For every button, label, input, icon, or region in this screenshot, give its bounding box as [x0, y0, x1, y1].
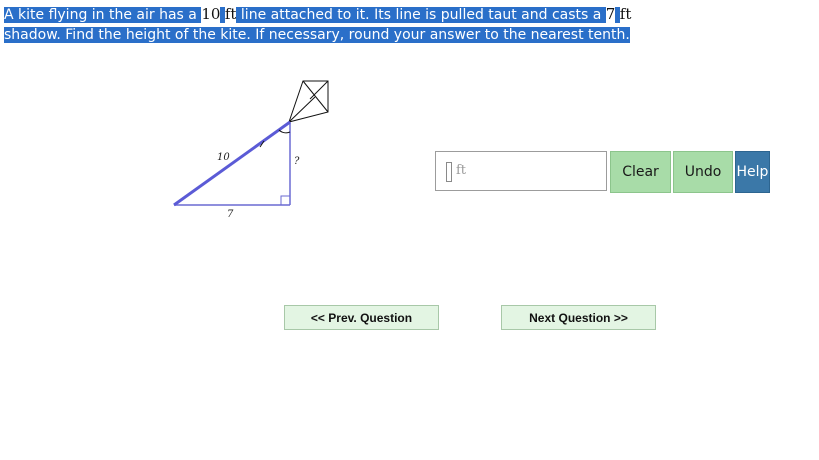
shadow-length-value: 7: [605, 5, 616, 23]
prev-question-button[interactable]: << Prev. Question: [284, 305, 439, 330]
shadow-length-unit: ft: [619, 5, 632, 23]
question-text: A kite flying in the air has a 10 ft lin…: [4, 4, 804, 45]
answer-unit: ft: [456, 163, 467, 178]
clear-button[interactable]: Clear: [610, 151, 671, 193]
question-part2: line attached to it. Its line is pulled …: [236, 7, 606, 23]
answer-input[interactable]: [446, 162, 452, 182]
question-part1: A kite flying in the air has a: [4, 7, 202, 23]
kite-diagram: 10 7 ?: [173, 80, 329, 220]
line-length-value: 10: [201, 5, 221, 23]
hypotenuse-label: 10: [217, 152, 230, 163]
question-part3: shadow. Find the height of the kite. If …: [4, 27, 630, 43]
height-label: ?: [294, 156, 300, 167]
right-angle-marker: [280, 195, 290, 205]
base-label: 7: [227, 209, 234, 220]
line-length-unit: ft: [224, 5, 237, 23]
answer-box: ft: [435, 151, 607, 191]
help-button[interactable]: Help: [735, 151, 770, 193]
kite-string-line: [173, 120, 291, 207]
next-question-button[interactable]: Next Question >>: [501, 305, 656, 330]
undo-button[interactable]: Undo: [673, 151, 733, 193]
kite-icon: [288, 80, 329, 123]
